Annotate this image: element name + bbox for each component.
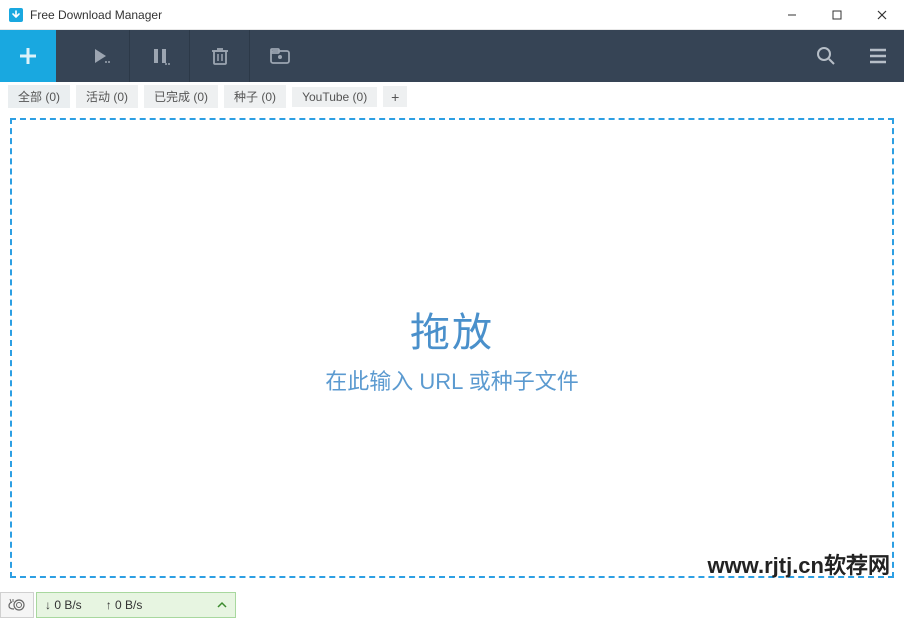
pause-icon — [150, 46, 170, 66]
filter-tab-torrents[interactable]: 种子 (0) — [224, 85, 286, 108]
drop-zone[interactable]: 拖放 在此输入 URL 或种子文件 — [10, 118, 894, 578]
upload-speed: ↑ 0 B/s — [106, 598, 143, 612]
hamburger-icon — [867, 45, 889, 67]
menu-button[interactable] — [852, 30, 904, 82]
start-button[interactable] — [70, 30, 130, 82]
download-speed: ↓ 0 B/s — [45, 598, 82, 612]
minimize-button[interactable] — [769, 0, 814, 30]
filter-bar: 全部 (0) 活动 (0) 已完成 (0) 种子 (0) YouTube (0)… — [0, 82, 904, 112]
trash-icon — [211, 46, 229, 66]
app-logo-icon — [8, 7, 24, 23]
close-button[interactable] — [859, 0, 904, 30]
filter-tab-all[interactable]: 全部 (0) — [8, 85, 70, 108]
add-filter-button[interactable]: + — [383, 86, 407, 107]
speed-panel[interactable]: ↓ 0 B/s ↑ 0 B/s — [36, 592, 236, 618]
search-button[interactable] — [800, 30, 852, 82]
maximize-button[interactable] — [814, 0, 859, 30]
filter-tab-completed[interactable]: 已完成 (0) — [144, 85, 218, 108]
move-to-folder-button[interactable] — [250, 30, 310, 82]
drop-zone-title: 拖放 — [410, 300, 494, 358]
main-toolbar — [0, 30, 904, 82]
speed-limit-button[interactable] — [0, 592, 34, 618]
chevron-up-icon — [217, 598, 227, 612]
filter-tab-youtube[interactable]: YouTube (0) — [292, 87, 377, 107]
play-icon — [90, 46, 110, 66]
add-download-button[interactable] — [0, 30, 56, 82]
folder-icon — [269, 47, 291, 65]
filter-tab-active[interactable]: 活动 (0) — [76, 85, 138, 108]
search-icon — [815, 45, 837, 67]
delete-button[interactable] — [190, 30, 250, 82]
content-area: 拖放 在此输入 URL 或种子文件 — [0, 112, 904, 582]
window-title: Free Download Manager — [30, 8, 162, 22]
status-bar: ↓ 0 B/s ↑ 0 B/s — [0, 592, 236, 618]
title-bar: Free Download Manager — [0, 0, 904, 30]
pause-button[interactable] — [130, 30, 190, 82]
snail-icon — [7, 597, 27, 613]
drop-zone-subtitle: 在此输入 URL 或种子文件 — [325, 364, 578, 396]
plus-icon — [15, 43, 41, 69]
